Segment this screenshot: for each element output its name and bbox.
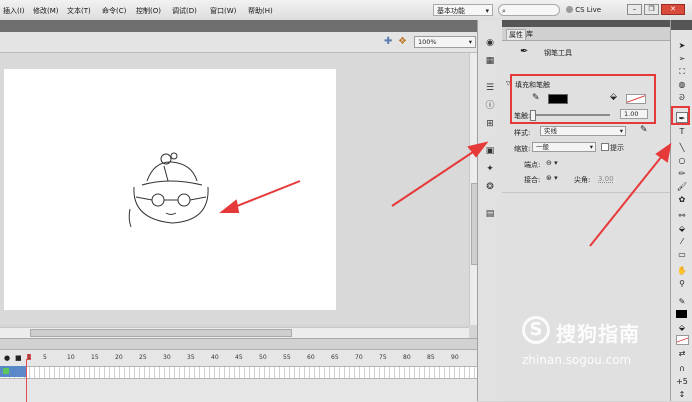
watermark-brand: 搜狗指南 xyxy=(556,322,640,346)
watermark: S 搜狗指南 zhinan.sogou.com xyxy=(512,308,672,378)
sogou-logo-icon: S xyxy=(522,316,550,344)
watermark-url: zhinan.sogou.com xyxy=(522,353,632,367)
